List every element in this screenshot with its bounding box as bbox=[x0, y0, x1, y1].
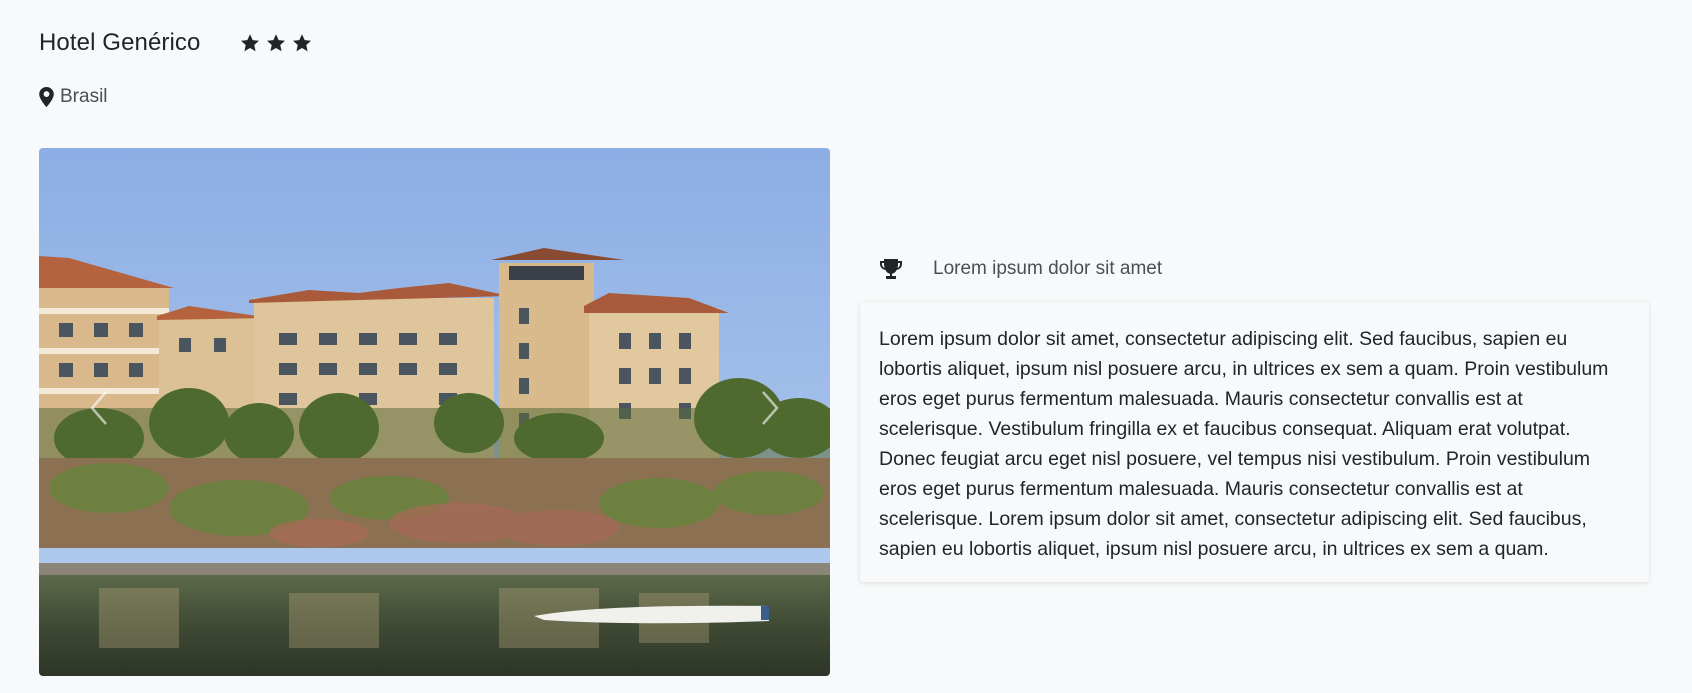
map-marker-icon bbox=[39, 87, 54, 107]
hotel-page: Hotel Genérico Brasil Lorem ipsum dolor … bbox=[0, 0, 1692, 693]
hotel-header: Hotel Genérico bbox=[39, 24, 312, 62]
hotel-name: Hotel Genérico bbox=[39, 29, 201, 56]
trophy-icon bbox=[880, 259, 902, 279]
carousel-prev-button[interactable] bbox=[69, 368, 129, 448]
star-icon bbox=[267, 34, 286, 52]
star-icon bbox=[293, 34, 312, 52]
feature-item: Lorem ipsum dolor sit amet bbox=[879, 258, 1162, 280]
location-text: Brasil bbox=[60, 86, 108, 107]
carousel-next-button[interactable] bbox=[740, 368, 800, 448]
chevron-left-icon bbox=[90, 391, 107, 425]
description-card: Lorem ipsum dolor sit amet, consectetur … bbox=[860, 302, 1649, 582]
star-icon bbox=[241, 34, 260, 52]
photo-carousel[interactable] bbox=[39, 148, 830, 676]
hotel-photo bbox=[39, 148, 830, 676]
hotel-description: Lorem ipsum dolor sit amet, consectetur … bbox=[879, 328, 1609, 560]
hotel-location: Brasil bbox=[39, 86, 108, 108]
feature-label: Lorem ipsum dolor sit amet bbox=[933, 258, 1163, 279]
chevron-right-icon bbox=[762, 391, 779, 425]
star-rating bbox=[240, 33, 312, 53]
